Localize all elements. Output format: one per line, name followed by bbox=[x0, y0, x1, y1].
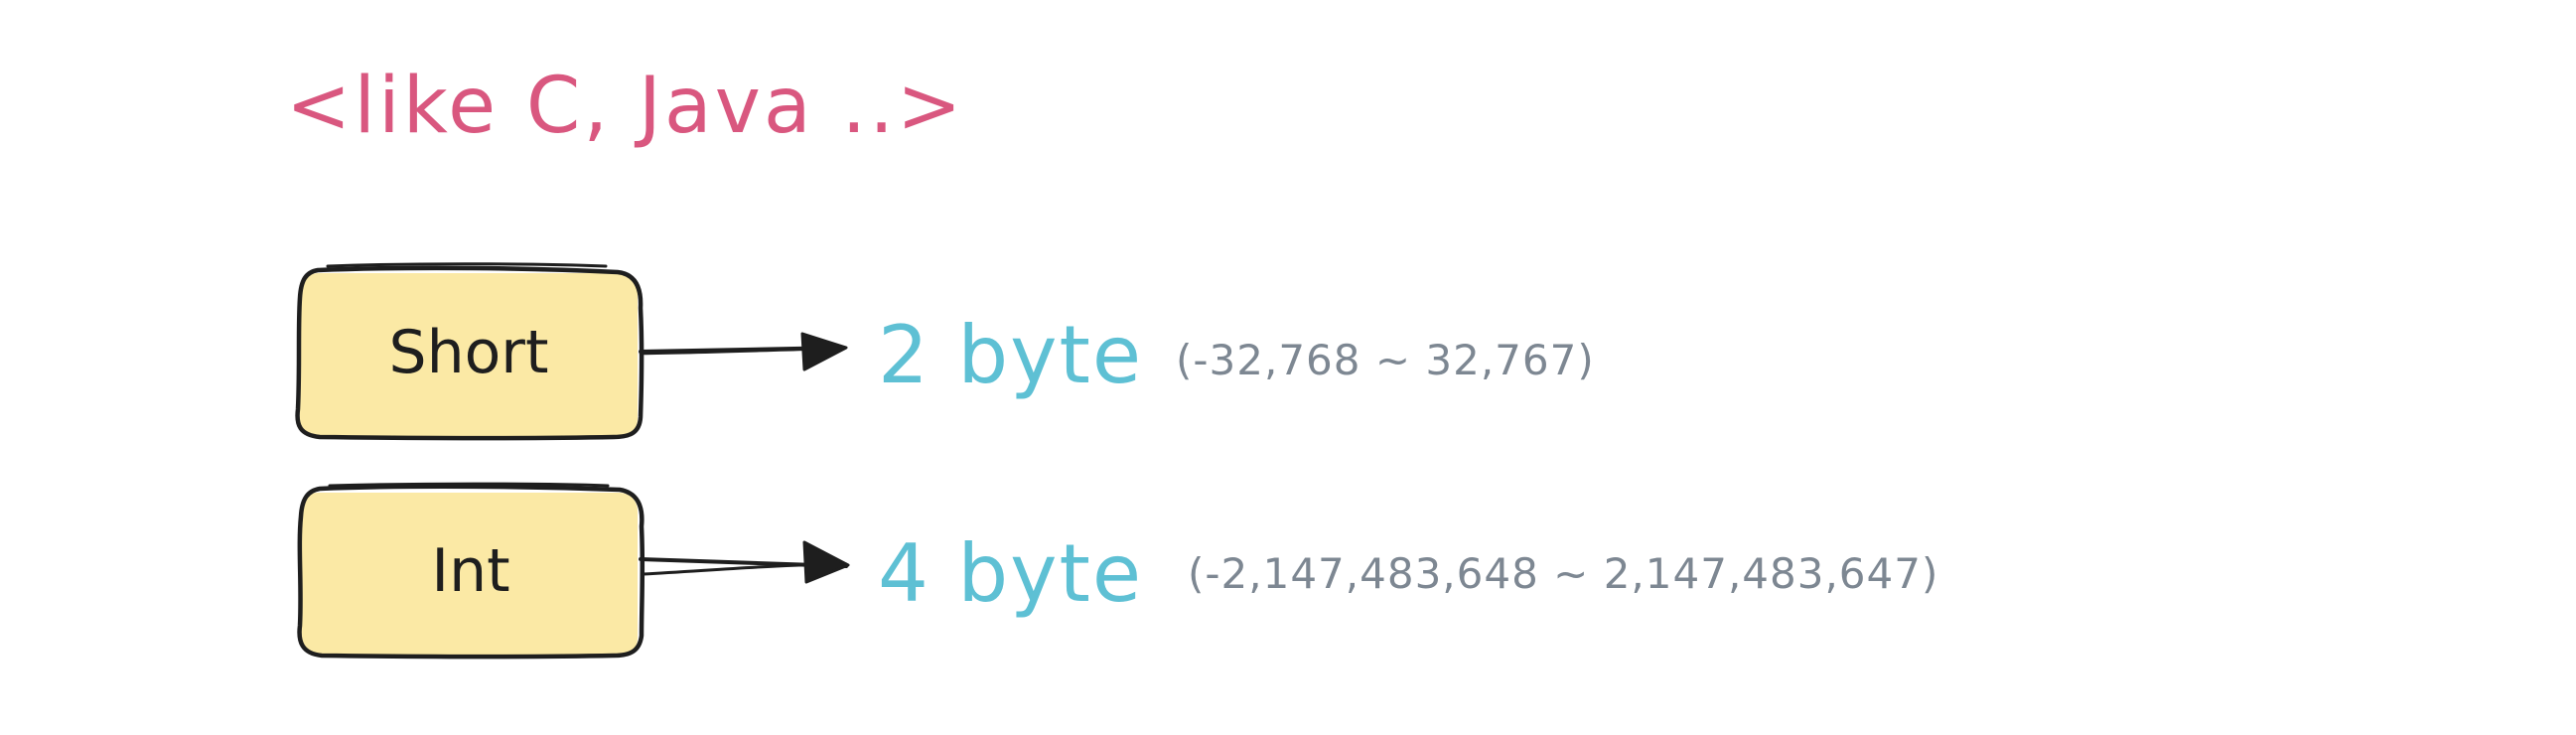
int-arrow bbox=[639, 540, 850, 584]
short-type-label: Short bbox=[388, 318, 549, 387]
short-arrow bbox=[639, 332, 848, 371]
short-size-label: 2 byte bbox=[878, 309, 1144, 401]
short-range-label: (-32,768 ~ 32,767) bbox=[1176, 336, 1595, 384]
int-range-label: (-2,147,483,648 ~ 2,147,483,647) bbox=[1188, 549, 1939, 598]
int-size-label: 4 byte bbox=[878, 527, 1144, 620]
int-type-label: Int bbox=[431, 536, 510, 606]
